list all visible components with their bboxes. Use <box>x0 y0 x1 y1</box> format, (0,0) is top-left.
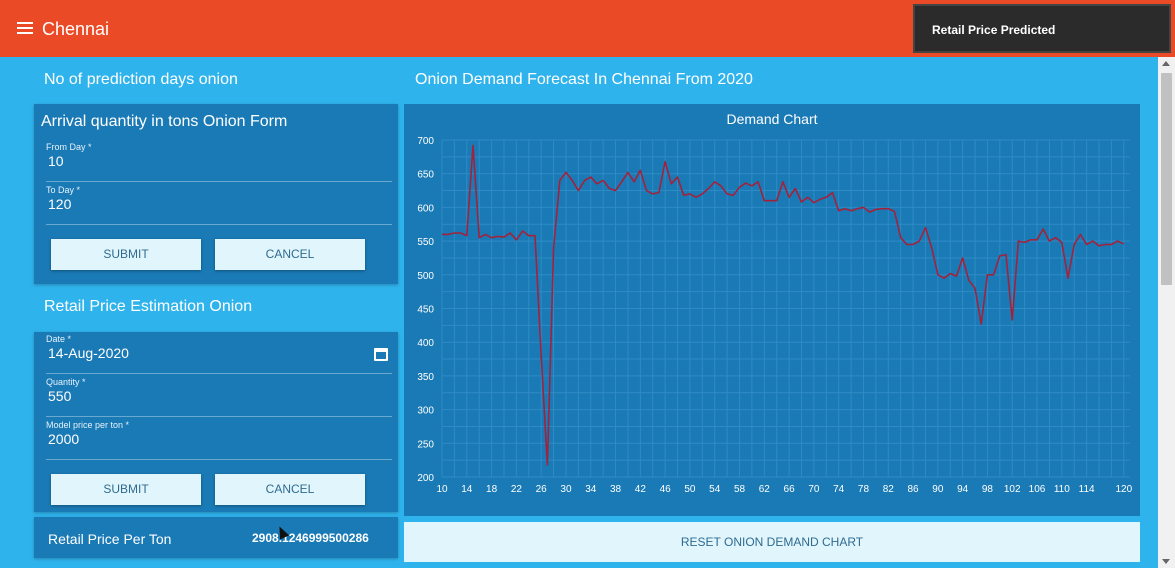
cancel-button[interactable]: CANCEL <box>215 474 365 505</box>
y-tick-label: 400 <box>417 338 434 349</box>
quantity-field[interactable]: Quantity * <box>46 377 392 417</box>
retail-price-form: Date * Quantity * Model price per ton * … <box>34 332 398 512</box>
x-tick-label: 50 <box>684 484 696 495</box>
date-label: Date * <box>46 334 72 344</box>
retail-price-result: Retail Price Per Ton 2908.1246999500286 <box>34 517 398 558</box>
x-tick-label: 94 <box>957 484 969 495</box>
x-tick-label: 90 <box>932 484 944 495</box>
x-tick-label: 62 <box>759 484 771 495</box>
toast-notification: Retail Price Predicted <box>913 4 1171 53</box>
forecast-heading: Onion Demand Forecast In Chennai From 20… <box>415 71 753 88</box>
demand-chart-svg: Demand Chart 200 250 300 350 400 450 500 550 600… <box>417 111 1132 495</box>
date-input[interactable] <box>48 345 348 361</box>
chart-title: Demand Chart <box>726 111 817 127</box>
x-tick-label: 30 <box>560 484 572 495</box>
x-tick-label: 120 <box>1115 484 1132 495</box>
x-tick-label: 34 <box>585 484 597 495</box>
x-tick-label: 98 <box>982 484 994 495</box>
x-tick-label: 114 <box>1079 484 1095 495</box>
retail-estimation-heading: Retail Price Estimation Onion <box>44 298 253 315</box>
y-tick-label: 200 <box>417 473 434 484</box>
result-label: Retail Price Per Ton <box>48 531 172 547</box>
y-tick-label: 700 <box>417 136 434 147</box>
x-tick-label: 66 <box>784 484 796 495</box>
x-tick-label: 70 <box>808 484 820 495</box>
x-tick-label: 10 <box>436 484 448 495</box>
scroll-up-arrow-icon[interactable] <box>1162 61 1170 66</box>
x-tick-label: 74 <box>833 484 845 495</box>
demand-chart: Demand Chart 200 250 300 350 400 450 500 550 600… <box>404 104 1140 516</box>
from-day-field[interactable]: From Day * <box>46 142 392 182</box>
cancel-button[interactable]: CANCEL <box>215 239 365 270</box>
to-day-label: To Day * <box>46 185 81 195</box>
x-tick-label: 26 <box>536 484 548 495</box>
x-tick-label: 110 <box>1054 484 1070 495</box>
model-price-input[interactable] <box>48 431 348 447</box>
x-tick-label: 82 <box>883 484 895 495</box>
quantity-input[interactable] <box>48 388 348 404</box>
x-tick-label: 46 <box>660 484 672 495</box>
x-tick-label: 86 <box>908 484 920 495</box>
y-tick-label: 350 <box>417 372 434 383</box>
model-price-label: Model price per ton * <box>46 420 130 430</box>
x-tick-label: 18 <box>486 484 498 495</box>
x-tick-label: 22 <box>511 484 523 495</box>
y-tick-label: 650 <box>417 170 434 181</box>
y-tick-label: 500 <box>417 271 434 282</box>
quantity-label: Quantity * <box>46 377 86 387</box>
y-tick-label: 300 <box>417 406 434 417</box>
demand-series-line <box>442 144 1125 466</box>
x-tick-label: 102 <box>1004 484 1021 495</box>
y-tick-label: 250 <box>417 439 434 450</box>
form-title: Arrival quantity in tons Onion Form <box>41 113 288 130</box>
arrival-quantity-form: Arrival quantity in tons Onion Form From… <box>34 104 398 284</box>
reset-chart-button[interactable]: RESET ONION DEMAND CHART <box>404 522 1140 562</box>
x-tick-label: 54 <box>709 484 721 495</box>
from-day-label: From Day * <box>46 142 92 152</box>
scroll-down-arrow-icon[interactable] <box>1162 559 1170 564</box>
x-tick-label: 78 <box>858 484 870 495</box>
model-price-field[interactable]: Model price per ton * <box>46 420 392 460</box>
to-day-field[interactable]: To Day * <box>46 185 392 225</box>
scroll-thumb[interactable] <box>1161 73 1172 285</box>
result-value: 2908.1246999500286 <box>252 531 369 545</box>
scrollbar[interactable] <box>1158 57 1175 568</box>
hamburger-menu-icon[interactable] <box>17 22 33 36</box>
to-day-input[interactable] <box>48 196 348 212</box>
date-field[interactable]: Date * <box>46 334 392 374</box>
x-tick-label: 14 <box>461 484 473 495</box>
prediction-days-heading: No of prediction days onion <box>44 71 238 88</box>
x-tick-label: 58 <box>734 484 746 495</box>
y-tick-label: 600 <box>417 203 434 214</box>
x-tick-label: 42 <box>635 484 647 495</box>
submit-button[interactable]: SUBMIT <box>51 474 201 505</box>
x-tick-label: 38 <box>610 484 622 495</box>
app-title: Chennai <box>42 19 110 39</box>
from-day-input[interactable] <box>48 153 348 169</box>
y-tick-label: 550 <box>417 237 434 248</box>
x-tick-label: 106 <box>1029 484 1046 495</box>
calendar-icon[interactable] <box>374 348 388 361</box>
submit-button[interactable]: SUBMIT <box>51 239 201 270</box>
y-tick-label: 450 <box>417 305 434 316</box>
